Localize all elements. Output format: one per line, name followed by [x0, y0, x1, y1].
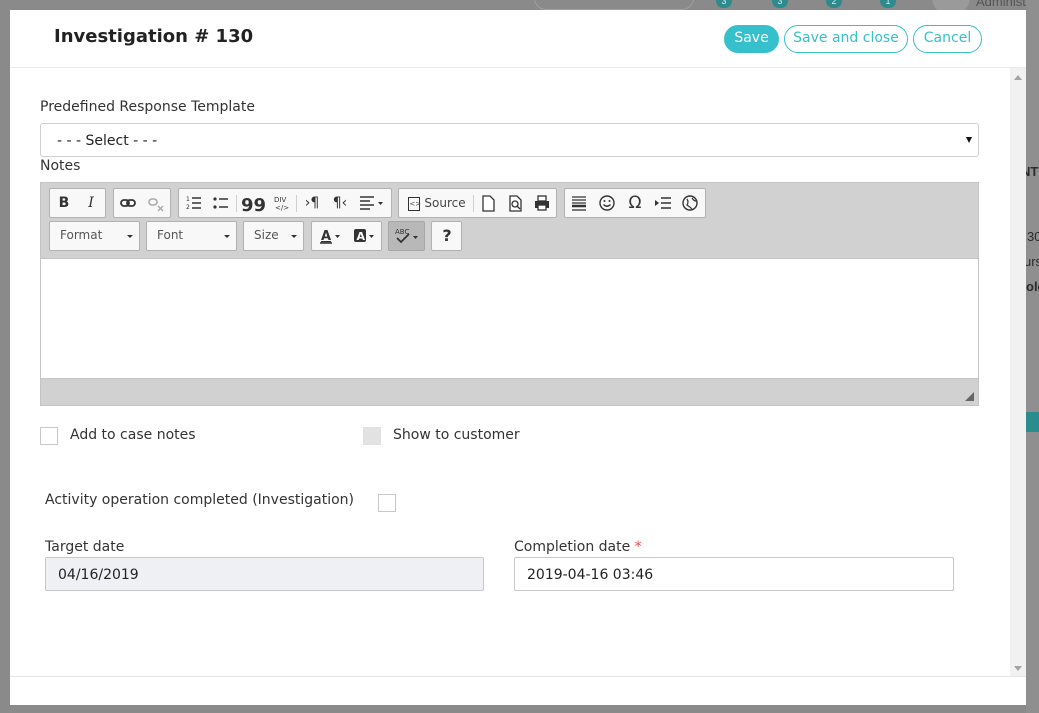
- language-icon[interactable]: [356, 192, 386, 214]
- notes-label: Notes: [40, 158, 81, 174]
- template-select[interactable]: - - - Select - - -: [40, 123, 979, 157]
- svg-text:A: A: [321, 229, 331, 244]
- template-label: Predefined Response Template: [40, 99, 255, 115]
- activity-completed-checkbox[interactable]: [378, 494, 396, 512]
- notes-editor: B I 12 99 DIV </> ›¶ ¶‹ <> Source Ω Form…: [40, 182, 979, 406]
- background-side-panel: [1026, 0, 1039, 713]
- background-fragment: 30: [1027, 229, 1039, 244]
- scroll-down-icon[interactable]: [1014, 666, 1022, 671]
- add-to-case-notes-checkbox[interactable]: [40, 427, 58, 445]
- source-icon: <>: [408, 196, 421, 211]
- save-button[interactable]: Save: [724, 25, 779, 53]
- cancel-button[interactable]: Cancel: [913, 25, 982, 53]
- modal-footer: [10, 676, 1026, 705]
- activity-completed-label: Activity operation completed (Investigat…: [45, 492, 354, 508]
- background-badge: 3: [716, 0, 732, 8]
- svg-text:1: 1: [186, 196, 190, 203]
- completion-date-field[interactable]: 2019-04-16 03:46: [514, 557, 954, 591]
- investigation-modal: Investigation # 130 Save Save and close …: [10, 10, 1026, 705]
- ltr-icon[interactable]: ›¶: [300, 192, 324, 214]
- background-badge: 3: [772, 0, 788, 8]
- bulleted-list-icon[interactable]: [210, 192, 232, 214]
- spellcheck-icon: ABC: [392, 225, 422, 247]
- div-icon[interactable]: DIV </>: [270, 192, 292, 214]
- text-color-icon[interactable]: A: [316, 225, 344, 247]
- add-to-case-notes-label: Add to case notes: [70, 427, 196, 443]
- target-date-value: 04/16/2019: [58, 567, 139, 583]
- unlink-icon: [145, 192, 167, 214]
- bg-color-icon[interactable]: A: [350, 225, 378, 247]
- toolbar-separator: [296, 195, 297, 212]
- toolbar-separator: [236, 195, 237, 212]
- blockquote-icon[interactable]: 99: [241, 192, 266, 216]
- modal-header: Investigation # 130 Save Save and close …: [10, 10, 1026, 68]
- rtl-icon[interactable]: ¶‹: [328, 192, 352, 214]
- smiley-icon[interactable]: [596, 192, 618, 214]
- target-date-label: Target date: [45, 539, 125, 555]
- new-page-icon[interactable]: [477, 192, 499, 214]
- completion-date-value: 2019-04-16 03:46: [527, 567, 654, 583]
- modal-body: Predefined Response Template - - - Selec…: [10, 68, 1010, 676]
- toolbar-paragraph: 12 99 DIV </> ›¶ ¶‹: [178, 188, 392, 218]
- iframe-icon[interactable]: [679, 192, 701, 214]
- background-top-bar: 3 3 2 1 Administ: [0, 0, 1039, 16]
- toolbar-basic-styles: B I: [49, 188, 106, 218]
- show-to-customer-label: Show to customer: [393, 427, 520, 443]
- size-dropdown-label: Size: [254, 228, 279, 242]
- notes-editor-content[interactable]: [41, 258, 978, 379]
- resize-handle-icon[interactable]: [965, 392, 974, 401]
- help-button[interactable]: ?: [431, 221, 462, 251]
- chevron-down-icon: [291, 235, 297, 238]
- modal-scrollbar[interactable]: [1010, 68, 1026, 676]
- modal-title: Investigation # 130: [54, 26, 254, 47]
- spellcheck-button[interactable]: ABC: [388, 221, 425, 251]
- page-break-icon[interactable]: [651, 192, 675, 214]
- link-icon[interactable]: [117, 192, 139, 214]
- svg-text:DIV: DIV: [274, 196, 286, 204]
- background-search-pill: [534, 0, 694, 10]
- toolbar-document: <> Source: [398, 188, 557, 218]
- svg-text:2: 2: [186, 204, 190, 211]
- background-user-name: Administ: [976, 0, 1026, 9]
- toolbar-links: [113, 188, 171, 218]
- svg-text:A: A: [357, 230, 366, 243]
- completion-date-label-text: Completion date: [514, 539, 631, 555]
- format-dropdown-label: Format: [60, 228, 103, 242]
- background-fragment: old: [1026, 279, 1039, 294]
- preview-icon[interactable]: [504, 192, 526, 214]
- svg-text:</>: </>: [275, 204, 289, 212]
- numbered-list-icon[interactable]: 12: [183, 192, 205, 214]
- print-icon[interactable]: [531, 192, 553, 214]
- background-fragment: urs: [1024, 254, 1039, 269]
- target-date-field: 04/16/2019: [45, 557, 484, 591]
- toolbar-separator: [473, 195, 474, 212]
- background-badge: 2: [826, 0, 842, 8]
- italic-icon[interactable]: I: [80, 192, 102, 214]
- size-dropdown[interactable]: Size: [243, 221, 304, 251]
- show-to-customer-checkbox: [363, 427, 381, 445]
- save-and-close-button[interactable]: Save and close: [784, 25, 908, 53]
- font-dropdown[interactable]: Font: [146, 221, 237, 251]
- completion-date-label: Completion date *: [514, 539, 642, 555]
- font-dropdown-label: Font: [157, 228, 184, 242]
- required-marker: *: [634, 539, 642, 555]
- scroll-up-icon[interactable]: [1014, 75, 1022, 80]
- chevron-down-icon: [127, 235, 133, 238]
- toolbar-colors: A A: [311, 221, 382, 251]
- bold-icon[interactable]: B: [53, 192, 75, 214]
- special-char-icon[interactable]: Ω: [624, 192, 646, 214]
- template-select-value: - - - Select - - -: [57, 133, 158, 149]
- background-badge: 1: [880, 0, 896, 8]
- toolbar-insert: Ω: [564, 188, 706, 218]
- format-dropdown[interactable]: Format: [49, 221, 140, 251]
- source-button[interactable]: <> Source: [402, 192, 472, 214]
- horizontal-line-icon[interactable]: [568, 192, 590, 214]
- source-label: Source: [424, 196, 466, 210]
- chevron-down-icon: [966, 137, 972, 143]
- help-icon: ?: [442, 226, 452, 245]
- chevron-down-icon: [224, 235, 230, 238]
